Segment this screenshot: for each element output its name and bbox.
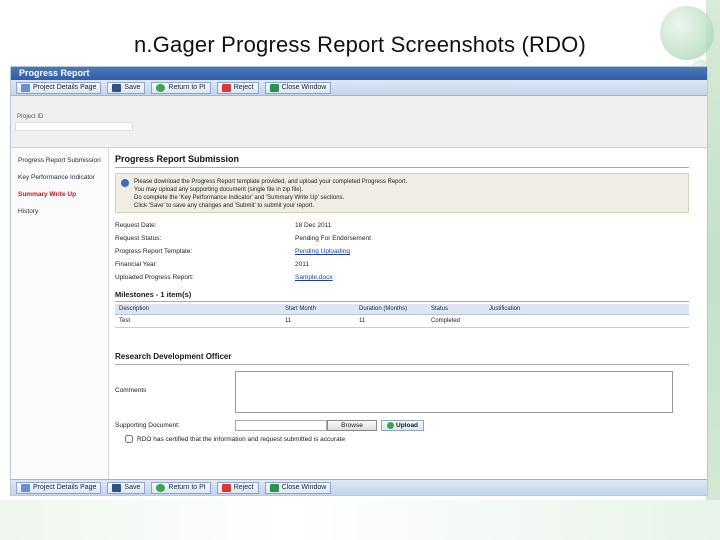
comments-label: Comments <box>115 387 147 394</box>
save-icon <box>112 83 122 92</box>
close-window-button[interactable]: Close Window <box>264 81 332 94</box>
save-button[interactable]: Save <box>107 81 146 94</box>
reject-button[interactable]: Reject <box>216 481 259 494</box>
window-title: Progress Report <box>11 67 707 80</box>
certify-label: RDO has certified that the information a… <box>137 435 346 443</box>
column-header: Justification <box>485 304 689 315</box>
table-row[interactable]: Test 11 11 Completed <box>115 314 689 328</box>
detail-row-template: Progress Report Template: Pending Upload… <box>115 245 689 258</box>
table-cell: 11 <box>355 314 427 328</box>
column-header: Start Month <box>281 304 355 315</box>
detail-value: Pending For Endorsement <box>295 235 371 242</box>
certify-checkbox[interactable] <box>125 435 133 443</box>
content-body: Progress Report Submission Key Performan… <box>11 148 707 480</box>
document-icon <box>21 483 30 492</box>
detail-row-request-status: Request Status: Pending For Endorsement <box>115 232 689 245</box>
column-header: Description <box>115 304 281 315</box>
certify-row: RDO has certified that the information a… <box>115 435 689 443</box>
sidebar: Progress Report Submission Key Performan… <box>11 148 109 480</box>
detail-label: Request Date: <box>115 222 157 229</box>
slide-bottom-decoration <box>0 500 720 540</box>
sidebar-item-key-performance-indicator[interactable]: Key Performance Indicator <box>11 169 108 186</box>
sidebar-item-history[interactable]: History <box>11 203 108 220</box>
table-cell: 11 <box>281 314 355 328</box>
slide-title: n.Gager Progress Report Screenshots (RDO… <box>133 32 587 57</box>
sidebar-item-progress-report-submission[interactable]: Progress Report Submission <box>11 152 108 169</box>
file-path-input[interactable] <box>235 419 327 431</box>
project-id-label: Project ID <box>17 114 44 120</box>
return-icon <box>156 83 166 92</box>
info-box: Please download the Progress Report temp… <box>115 173 689 213</box>
rdo-section-title: Research Development Officer <box>115 352 689 365</box>
info-icon <box>121 179 129 187</box>
detail-value: 2011 <box>295 261 309 268</box>
info-line: Do complete the 'Key Performance Indicat… <box>134 195 345 201</box>
detail-row-request-date: Request Date: 18 Dec 2011 <box>115 219 689 232</box>
milestones-title: Milestones - 1 item(s) <box>115 290 689 302</box>
top-toolbar: Project Details Page Save Return to PI R… <box>11 80 707 96</box>
main-panel: Progress Report Submission Please downlo… <box>115 148 689 480</box>
return-icon <box>156 483 166 492</box>
info-line: Click 'Save' to save any changes and 'Su… <box>134 203 315 209</box>
project-details-button[interactable]: Project Details Page <box>16 481 102 494</box>
milestones-table: Description Start Month Duration (Months… <box>115 304 689 328</box>
save-icon <box>112 483 122 492</box>
reject-icon <box>221 483 231 492</box>
comments-row: Comments <box>115 371 689 413</box>
document-icon <box>21 83 30 92</box>
close-window-icon <box>269 483 279 492</box>
upload-icon <box>387 421 394 429</box>
return-to-pi-button[interactable]: Return to PI <box>151 81 211 94</box>
column-header: Duration (Months) <box>355 304 427 315</box>
upload-button[interactable]: Upload <box>381 419 425 431</box>
supporting-document-row: Supporting Document: Browse Upload <box>115 419 689 431</box>
project-id-field <box>15 122 133 131</box>
section-title: Progress Report Submission <box>115 154 689 168</box>
column-header: Status <box>427 304 485 315</box>
browse-button[interactable]: Browse <box>327 419 377 431</box>
info-line: You may upload any supporting document (… <box>134 187 304 193</box>
template-link[interactable]: Pending Uploading <box>295 248 350 255</box>
table-header-row: Description Start Month Duration (Months… <box>115 304 689 315</box>
report-details: Request Date: 18 Dec 2011 Request Status… <box>115 219 689 284</box>
bottom-toolbar: Project Details Page Save Return to PI R… <box>11 479 707 495</box>
app-window: Progress Report Project Details Page Sav… <box>10 66 708 496</box>
detail-label: Financial Year: <box>115 261 158 268</box>
slide-right-decoration <box>706 0 720 540</box>
detail-label: Progress Report Template: <box>115 248 193 255</box>
save-button[interactable]: Save <box>107 481 146 494</box>
project-info-bar: Project ID <box>11 96 707 148</box>
table-cell: Completed <box>427 314 485 328</box>
project-details-button[interactable]: Project Details Page <box>16 81 102 94</box>
detail-label: Uploaded Progress Report: <box>115 274 194 281</box>
return-to-pi-button[interactable]: Return to PI <box>151 481 211 494</box>
table-cell: Test <box>115 314 281 328</box>
detail-label: Request Status: <box>115 235 162 242</box>
close-window-button[interactable]: Close Window <box>264 481 332 494</box>
detail-row-uploaded-report: Uploaded Progress Report: Sample.docx <box>115 271 689 284</box>
uploaded-report-link[interactable]: Sample.docx <box>295 274 333 281</box>
detail-row-financial-year: Financial Year: 2011 <box>115 258 689 271</box>
detail-value: 18 Dec 2011 <box>295 222 332 229</box>
info-line: Please download the Progress Report temp… <box>134 179 408 185</box>
comments-textarea[interactable] <box>235 371 673 413</box>
supporting-document-label: Supporting Document: <box>115 421 180 429</box>
reject-icon <box>221 83 231 92</box>
reject-button[interactable]: Reject <box>216 81 259 94</box>
table-cell <box>485 314 689 328</box>
sidebar-item-summary-write-up[interactable]: Summary Write Up <box>11 186 108 203</box>
close-window-icon <box>269 83 279 92</box>
